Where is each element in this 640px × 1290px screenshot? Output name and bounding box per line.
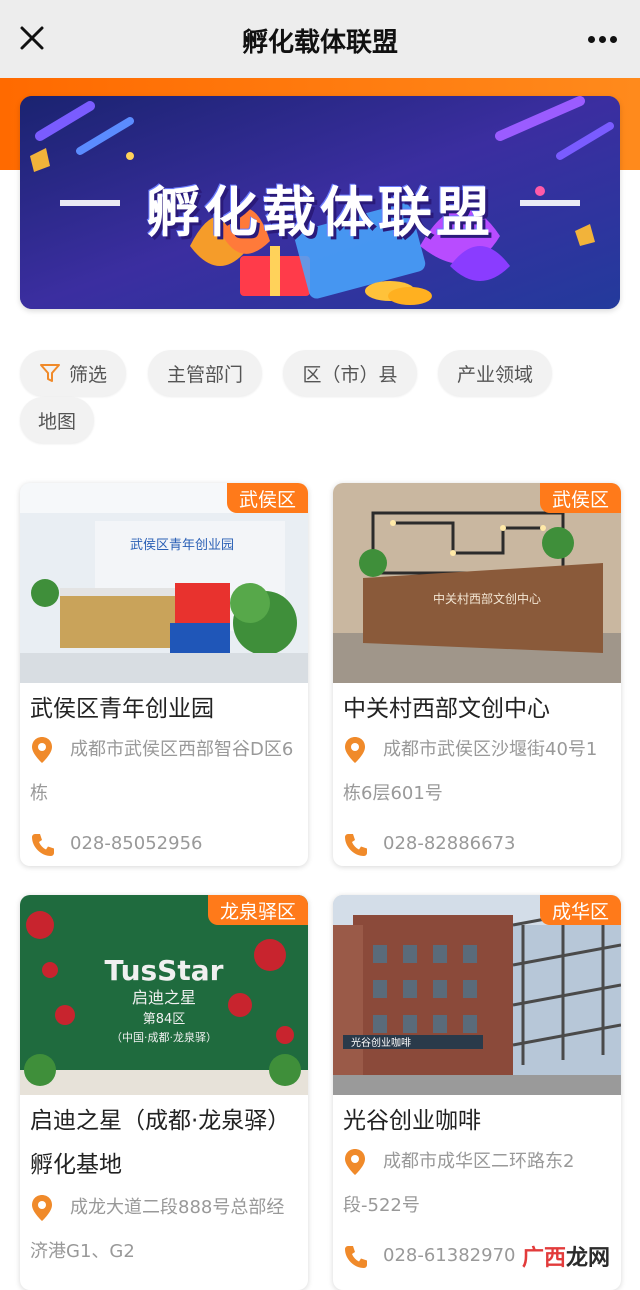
card-photo: 光谷创业咖啡: [333, 895, 621, 1095]
phone-icon: [345, 834, 367, 856]
card-photo: 中关村西部文创中心: [333, 483, 621, 683]
address-row: 成都市武侯区沙堰街40号1栋6层601号: [343, 728, 613, 816]
photo-location: （中国·成都·龙泉驿）: [111, 1030, 217, 1044]
location-pin-icon: [345, 1149, 365, 1175]
photo-sign: 中关村西部文创中心: [433, 591, 541, 606]
phone-text: 028-82886673: [383, 833, 516, 854]
department-filter[interactable]: 主管部门: [148, 350, 262, 396]
district-filter[interactable]: 区（市）县: [283, 350, 417, 396]
address-row: 成都市成华区二环路东2段-522号: [343, 1140, 613, 1228]
banner-title: 孵化载体联盟: [146, 181, 494, 244]
address-row: 成都市武侯区西部智谷D区6栋: [30, 728, 300, 816]
photo-subtitle: 启迪之星: [132, 988, 196, 1007]
watermark-brand: 广西: [521, 1246, 566, 1271]
district-tag: 武侯区: [226, 483, 308, 513]
phone-row[interactable]: 028-82886673: [343, 822, 613, 866]
address-text: 成都市成华区二环路东2段-522号: [343, 1151, 575, 1216]
card-title: 武侯区青年创业园: [30, 696, 214, 722]
district-tag: 成华区: [539, 895, 621, 925]
photo-sign: TusStar: [105, 954, 224, 987]
map-button[interactable]: 地图: [20, 397, 94, 443]
location-pin-icon: [32, 1195, 52, 1221]
address-row: 成龙大道二段888号总部经济港G1、G2: [30, 1186, 300, 1274]
incubator-card[interactable]: 光谷创业咖啡 成华区 光谷创业咖啡 成都市成华区二环路东2段-522号 028-…: [333, 895, 621, 1290]
phone-icon: [345, 1246, 367, 1268]
photo-sign: 武侯区青年创业园: [130, 538, 234, 553]
filter-button[interactable]: 筛选: [20, 350, 126, 396]
card-photo: 武侯区青年创业园: [20, 483, 308, 683]
phone-text: 028-85052956: [70, 833, 203, 854]
incubator-card[interactable]: 中关村西部文创中心 武侯区 中关村西部文创中心 成都市武侯区沙堰街40号1栋6层…: [333, 483, 621, 866]
card-title: 启迪之星（成都·龙泉驿）孵化基地: [30, 1108, 291, 1178]
card-title: 中关村西部文创中心: [343, 696, 550, 722]
district-tag: 武侯区: [539, 483, 621, 513]
card-photo: TusStar 启迪之星 第84区 （中国·成都·龙泉驿）: [20, 895, 308, 1095]
phone-icon: [32, 834, 54, 856]
industry-label: 产业领域: [456, 363, 533, 386]
district-tag: 龙泉驿区: [207, 895, 308, 925]
top-bar: 孵化载体联盟: [0, 0, 640, 78]
incubator-card[interactable]: 武侯区青年创业园 武侯区 武侯区青年创业园 成都市武侯区西部智谷D区6栋 028…: [20, 483, 308, 866]
photo-area: 第84区: [143, 1012, 186, 1027]
address-text: 成都市武侯区沙堰街40号1栋6层601号: [343, 739, 598, 804]
incubator-card[interactable]: TusStar 启迪之星 第84区 （中国·成都·龙泉驿） 龙泉驿区 启迪之星（…: [20, 895, 308, 1290]
watermark-suffix: 龙网: [565, 1246, 610, 1271]
location-pin-icon: [32, 737, 52, 763]
department-label: 主管部门: [166, 363, 243, 386]
photo-sign: 光谷创业咖啡: [351, 1036, 411, 1049]
address-text: 成都市武侯区西部智谷D区6栋: [30, 739, 294, 804]
hero-banner[interactable]: 孵化载体联盟: [20, 96, 620, 309]
page-title: 孵化载体联盟: [241, 28, 398, 58]
funnel-icon: [39, 364, 60, 382]
district-label: 区（市）县: [302, 363, 398, 386]
address-text: 成龙大道二段888号总部经济港G1、G2: [30, 1197, 285, 1262]
phone-row[interactable]: 028-85052956: [30, 822, 300, 866]
more-icon[interactable]: [582, 22, 622, 56]
location-pin-icon: [345, 737, 365, 763]
card-title: 光谷创业咖啡: [343, 1108, 481, 1134]
map-label: 地图: [37, 410, 76, 433]
watermark: 广西龙网: [522, 1240, 610, 1272]
filter-label: 筛选: [68, 363, 107, 386]
industry-filter[interactable]: 产业领域: [438, 350, 552, 396]
